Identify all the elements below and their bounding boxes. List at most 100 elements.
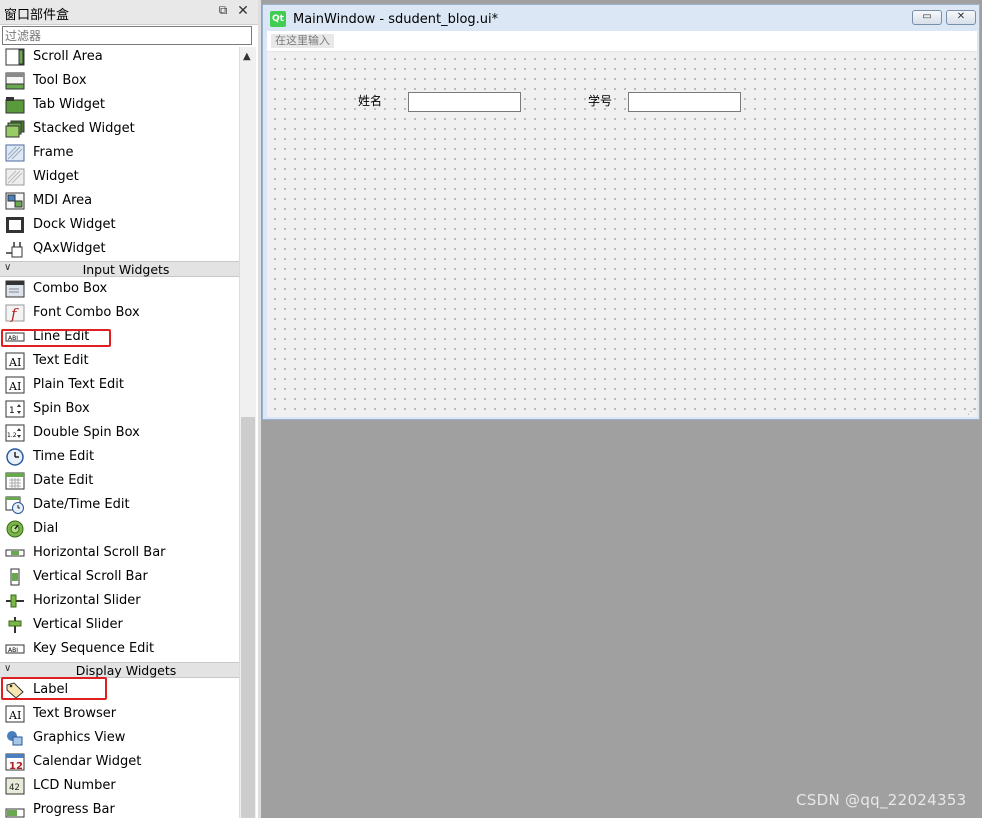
list-item[interactable]: f Font Combo Box <box>0 301 239 325</box>
scroll-up-arrow-icon[interactable]: ▲ <box>243 51 251 62</box>
tool-box-icon <box>5 72 25 90</box>
svg-text:AI: AI <box>8 380 21 393</box>
list-item[interactable]: Widget <box>0 165 239 189</box>
list-item[interactable]: Frame <box>0 141 239 165</box>
id-label[interactable]: 学号 <box>588 92 612 109</box>
list-item[interactable]: 1 Spin Box <box>0 397 239 421</box>
qaxwidget-icon <box>6 242 23 258</box>
key-sequence-edit-icon: ABI <box>5 644 25 654</box>
dial-icon <box>6 520 24 538</box>
scrollbar-thumb[interactable] <box>241 417 255 818</box>
list-item[interactable]: Vertical Scroll Bar <box>0 565 239 589</box>
graphics-view-icon <box>7 731 23 746</box>
list-item[interactable]: MDI Area <box>0 189 239 213</box>
svg-text:42: 42 <box>9 783 20 793</box>
list-item-label: Horizontal Slider <box>33 593 141 608</box>
list-item[interactable]: Scroll Area <box>0 47 239 69</box>
category-input-widgets[interactable]: ∨ Input Widgets <box>0 261 239 277</box>
list-item[interactable]: AI Text Edit <box>0 349 239 373</box>
filter-input[interactable] <box>2 26 252 45</box>
id-line-edit[interactable] <box>628 92 741 112</box>
list-item[interactable]: Vertical Slider <box>0 613 239 637</box>
form-canvas[interactable]: 在这里输入 姓名 学号 ⋰ <box>267 31 977 417</box>
close-icon: ✕ <box>956 11 966 22</box>
list-item-label: Date Edit <box>33 473 94 488</box>
list-item-label: QAxWidget <box>33 241 106 256</box>
name-label[interactable]: 姓名 <box>358 92 382 109</box>
minimize-button[interactable]: ▭ <box>912 10 942 25</box>
calendar-widget-icon: 12 <box>5 753 25 771</box>
category-label: Display Widgets <box>75 663 177 678</box>
list-item[interactable]: Date Edit <box>0 469 239 493</box>
list-item-label: Vertical Scroll Bar <box>33 569 148 584</box>
svg-text:ABI: ABI <box>8 647 18 654</box>
widget-box-panel: 窗口部件盒 ⧉ ✕ Scroll Area Tool Box Tab Widge… <box>0 0 258 818</box>
list-item-label: Calendar Widget <box>33 754 142 769</box>
highlight-line-edit <box>1 329 111 347</box>
list-item[interactable]: Tab Widget <box>0 93 239 117</box>
dock-widget-icon <box>6 217 24 233</box>
mdi-area-icon <box>5 192 25 210</box>
widget-icon <box>5 168 25 186</box>
tab-widget-icon <box>5 97 25 114</box>
form-window[interactable]: Qt MainWindow - sdudent_blog.ui* ▭ ✕ 在这里… <box>262 4 980 420</box>
list-item-label: Spin Box <box>33 401 90 416</box>
plain-text-edit-icon: AI <box>5 376 25 394</box>
time-edit-icon <box>6 448 24 466</box>
list-item[interactable]: 1.2 Double Spin Box <box>0 421 239 445</box>
list-item[interactable]: Tool Box <box>0 69 239 93</box>
splitter[interactable] <box>258 0 261 818</box>
list-item[interactable]: 42 LCD Number <box>0 774 239 798</box>
category-display-widgets[interactable]: ∨ Display Widgets <box>0 662 239 678</box>
list-item[interactable]: AI Text Browser <box>0 702 239 726</box>
list-item-label: Date/Time Edit <box>33 497 130 512</box>
list-item-label: Scroll Area <box>33 49 103 64</box>
list-item[interactable]: Graphics View <box>0 726 239 750</box>
font-combo-box-icon: f <box>5 304 25 322</box>
resize-grip-icon[interactable]: ⋰ <box>967 407 975 416</box>
list-item[interactable]: Horizontal Slider <box>0 589 239 613</box>
name-line-edit[interactable] <box>408 92 521 112</box>
list-item[interactable]: AI Plain Text Edit <box>0 373 239 397</box>
close-button[interactable]: ✕ <box>946 10 976 25</box>
minimize-icon: ▭ <box>922 11 932 22</box>
list-item[interactable]: Time Edit <box>0 445 239 469</box>
list-item[interactable]: Combo Box <box>0 277 239 301</box>
list-item[interactable]: Horizontal Scroll Bar <box>0 541 239 565</box>
stacked-widget-icon <box>5 120 25 138</box>
list-item[interactable]: Dock Widget <box>0 213 239 237</box>
list-item-label: Stacked Widget <box>33 121 135 136</box>
combo-box-icon <box>5 280 25 298</box>
close-icon[interactable]: ✕ <box>236 3 250 19</box>
list-item[interactable]: 12 Calendar Widget <box>0 750 239 774</box>
svg-text:AI: AI <box>8 709 21 722</box>
list-item-label: Graphics View <box>33 730 126 745</box>
widget-box-title: 窗口部件盒 <box>4 8 70 23</box>
list-item-label: Font Combo Box <box>33 305 140 320</box>
svg-text:1.2: 1.2 <box>7 432 17 439</box>
list-item-label: Dial <box>33 521 59 536</box>
category-label: Input Widgets <box>82 262 170 277</box>
vertical-scroll-bar-icon <box>10 568 20 586</box>
float-icon[interactable]: ⧉ <box>216 3 230 19</box>
text-edit-icon: AI <box>5 352 25 370</box>
list-item[interactable]: ABI Key Sequence Edit <box>0 637 239 661</box>
list-item-label: Text Edit <box>33 353 89 368</box>
list-item-label: Combo Box <box>33 281 108 296</box>
list-item[interactable]: Progress Bar <box>0 798 239 818</box>
list-item-label: Key Sequence Edit <box>33 641 155 656</box>
widget-list-scrollbar[interactable]: ▲ <box>239 47 256 818</box>
menu-type-here[interactable]: 在这里输入 <box>271 34 334 48</box>
lcd-number-icon: 42 <box>5 777 25 795</box>
list-item[interactable]: Date/Time Edit <box>0 493 239 517</box>
list-item[interactable]: QAxWidget <box>0 237 239 261</box>
text-browser-icon: AI <box>5 705 25 723</box>
list-item[interactable]: Dial <box>0 517 239 541</box>
menu-bar[interactable]: 在这里输入 <box>267 31 977 52</box>
list-item[interactable]: Stacked Widget <box>0 117 239 141</box>
window-title: MainWindow - sdudent_blog.ui* <box>293 12 499 27</box>
list-item-label: Vertical Slider <box>33 617 123 632</box>
widget-box-header: 窗口部件盒 ⧉ ✕ <box>0 0 258 25</box>
svg-text:1: 1 <box>9 406 15 416</box>
double-spin-box-icon: 1.2 <box>5 424 25 442</box>
